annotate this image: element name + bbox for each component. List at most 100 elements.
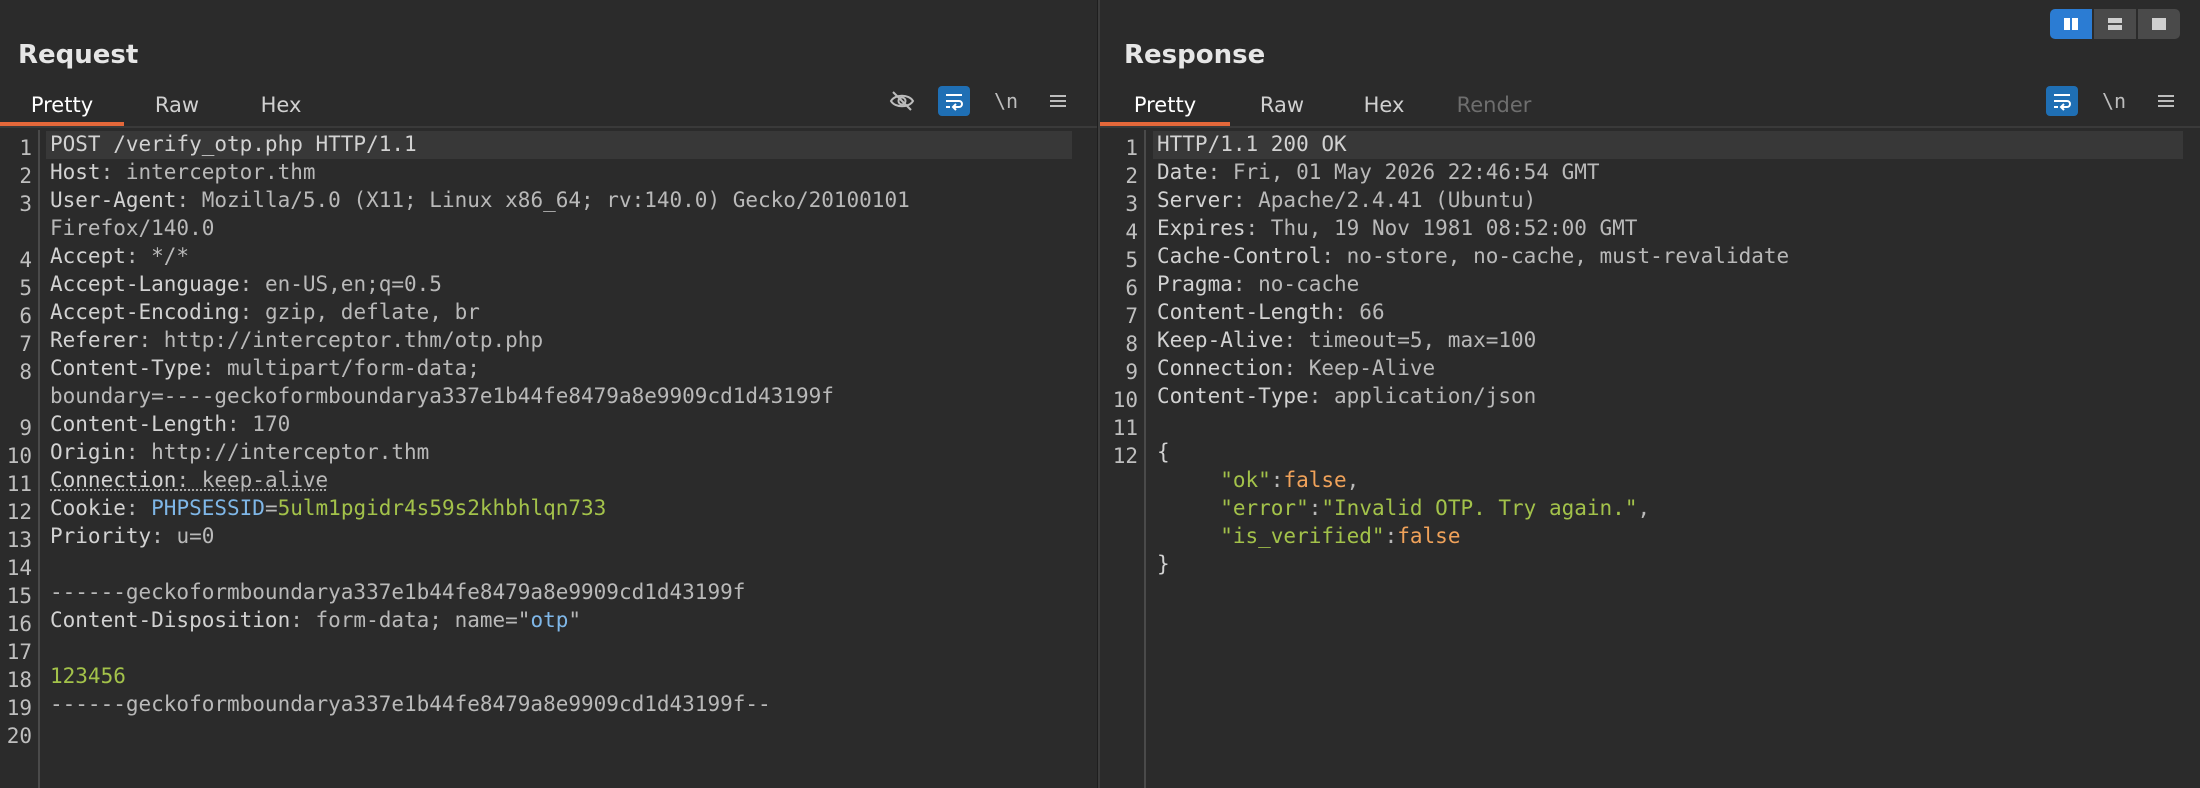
newline-toggle[interactable]: \n: [2098, 86, 2130, 116]
code-line[interactable]: Content-Type: application/json: [1157, 382, 1536, 410]
code-token: Cookie: [50, 496, 126, 520]
code-token: Connection: [50, 468, 177, 492]
code-line[interactable]: }: [1157, 550, 1170, 578]
code-token: : Apache/2.4.41 (Ubuntu): [1232, 188, 1537, 212]
single-pane-icon[interactable]: [2138, 9, 2180, 39]
line-number: 12: [1112, 444, 1138, 468]
request-tabs: Pretty Raw Hex: [0, 87, 332, 127]
code-line[interactable]: Content-Type: multipart/form-data;: [50, 354, 480, 382]
response-editor[interactable]: 1 HTTP/1.1 200 OK 2 Date: Fri, 01 May 2026 …: [1100, 130, 2200, 788]
code-line[interactable]: Host: interceptor.thm: [50, 158, 316, 186]
code-token: : Fri, 01 May 2026 22:46:54 GMT: [1207, 160, 1600, 184]
code-line[interactable]: Server: Apache/2.4.41 (Ubuntu): [1157, 186, 1536, 214]
line-number: 4: [19, 248, 32, 272]
line-number: 15: [6, 584, 32, 608]
eye-slash-icon[interactable]: [886, 86, 918, 116]
line-number: 8: [19, 360, 32, 384]
code-line[interactable]: Connection: keep-alive: [50, 466, 328, 494]
code-token: Cache-Control: [1157, 244, 1322, 268]
hamburger-icon[interactable]: [1042, 86, 1074, 116]
line-number: 11: [6, 472, 32, 496]
code-line[interactable]: ------geckoformboundarya337e1b44fe8479a8…: [50, 578, 745, 606]
code-line[interactable]: Connection: Keep-Alive: [1157, 354, 1435, 382]
code-line[interactable]: Keep-Alive: timeout=5, max=100: [1157, 326, 1536, 354]
code-line[interactable]: boundary=----geckoformboundarya337e1b44f…: [50, 382, 834, 410]
code-token: :: [125, 496, 152, 520]
response-tabs: Pretty Raw Hex Render: [1100, 87, 1554, 127]
code-line[interactable]: Accept-Encoding: gzip, deflate, br: [50, 298, 480, 326]
code-line[interactable]: Content-Disposition: form-data; name="ot…: [50, 606, 581, 634]
response-title: Response: [1124, 40, 1266, 70]
code-line[interactable]: "ok":false,: [1157, 466, 1359, 494]
code-token: :: [1384, 524, 1398, 548]
code-line[interactable]: Expires: Thu, 19 Nov 1981 08:52:00 GMT: [1157, 214, 1637, 242]
code-line[interactable]: Cache-Control: no-store, no-cache, must-…: [1157, 242, 1789, 270]
code-token: : en-US,en;q=0.5: [239, 272, 442, 296]
line-number: 17: [6, 640, 32, 664]
line-number: 14: [6, 556, 32, 580]
code-line[interactable]: Origin: http://interceptor.thm: [50, 438, 429, 466]
line-number: 7: [1125, 304, 1138, 328]
code-line[interactable]: "is_verified":false: [1157, 522, 1460, 550]
request-pane: Request Pretty Raw Hex \n 1 POST /verify_…: [0, 0, 1097, 788]
tab-divider: [1100, 126, 2200, 128]
code-line[interactable]: Priority: u=0: [50, 522, 214, 550]
line-number: 6: [1125, 276, 1138, 300]
code-line[interactable]: POST /verify_otp.php HTTP/1.1: [50, 130, 417, 158]
code-line[interactable]: HTTP/1.1 200 OK: [1157, 130, 1347, 158]
response-tab-hex[interactable]: Hex: [1334, 87, 1434, 126]
code-line[interactable]: Referer: http://interceptor.thm/otp.php: [50, 326, 543, 354]
code-token: : 66: [1334, 300, 1385, 324]
hamburger-icon[interactable]: [2150, 86, 2182, 116]
code-token: Date: [1157, 160, 1208, 184]
response-tab-pretty[interactable]: Pretty: [1100, 87, 1230, 126]
line-number: 2: [1125, 164, 1138, 188]
code-token: : no-cache: [1232, 272, 1360, 296]
code-token: HTTP/1.1 200 OK: [1157, 132, 1347, 156]
code-line[interactable]: Date: Fri, 01 May 2026 22:46:54 GMT: [1157, 158, 1600, 186]
request-tab-hex[interactable]: Hex: [230, 87, 332, 126]
request-tab-pretty[interactable]: Pretty: [0, 87, 124, 126]
code-line[interactable]: "error":"Invalid OTP. Try again.",: [1157, 494, 1650, 522]
code-token: : */*: [125, 244, 190, 268]
line-number: 2: [19, 164, 32, 188]
code-line[interactable]: User-Agent: Mozilla/5.0 (X11; Linux x86_…: [50, 186, 910, 214]
split-vertical-icon[interactable]: [2094, 9, 2136, 39]
request-editor[interactable]: 1 POST /verify_otp.php HTTP/1.1 2 Host: int…: [0, 130, 1097, 788]
code-token: Accept-Encoding: [50, 300, 240, 324]
response-tab-render[interactable]: Render: [1434, 87, 1554, 126]
code-token: :: [1270, 468, 1284, 492]
layout-toggle: [2050, 9, 2180, 39]
code-line[interactable]: 123456: [50, 662, 126, 690]
code-token: Server: [1157, 188, 1233, 212]
code-line[interactable]: Pragma: no-cache: [1157, 270, 1359, 298]
code-line[interactable]: ------geckoformboundarya337e1b44fe8479a8…: [50, 690, 771, 718]
response-tab-raw[interactable]: Raw: [1230, 87, 1334, 126]
code-token: : http://interceptor.thm: [125, 440, 430, 464]
code-line[interactable]: Content-Length: 170: [50, 410, 290, 438]
request-tab-raw[interactable]: Raw: [124, 87, 230, 126]
code-token: Keep-Alive: [1157, 328, 1284, 352]
code-line[interactable]: Accept: */*: [50, 242, 189, 270]
code-token: "is_verified": [1220, 524, 1385, 548]
code-token: : keep-alive: [176, 468, 329, 492]
code-token: Content-Type: [1157, 384, 1309, 408]
code-token: POST /verify_otp.php HTTP/1.1: [50, 132, 417, 156]
code-token: : interceptor.thm: [100, 160, 316, 184]
code-line[interactable]: Cookie: PHPSESSID=5ulm1pgidr4s59s2khbhlq…: [50, 494, 606, 522]
code-token: User-Agent: [50, 188, 177, 212]
request-title: Request: [18, 40, 139, 70]
code-line[interactable]: Firefox/140.0: [50, 214, 214, 242]
code-token: : form-data; name=": [290, 608, 531, 632]
line-number: 3: [19, 192, 32, 216]
code-line[interactable]: Accept-Language: en-US,en;q=0.5: [50, 270, 442, 298]
code-line[interactable]: Content-Length: 66: [1157, 298, 1385, 326]
newline-toggle[interactable]: \n: [990, 86, 1022, 116]
line-number: 10: [6, 444, 32, 468]
code-line[interactable]: {: [1157, 438, 1170, 466]
word-wrap-icon[interactable]: [938, 86, 970, 116]
line-number: 1: [19, 136, 32, 160]
word-wrap-icon[interactable]: [2046, 86, 2078, 116]
split-horizontal-icon[interactable]: [2050, 9, 2092, 39]
